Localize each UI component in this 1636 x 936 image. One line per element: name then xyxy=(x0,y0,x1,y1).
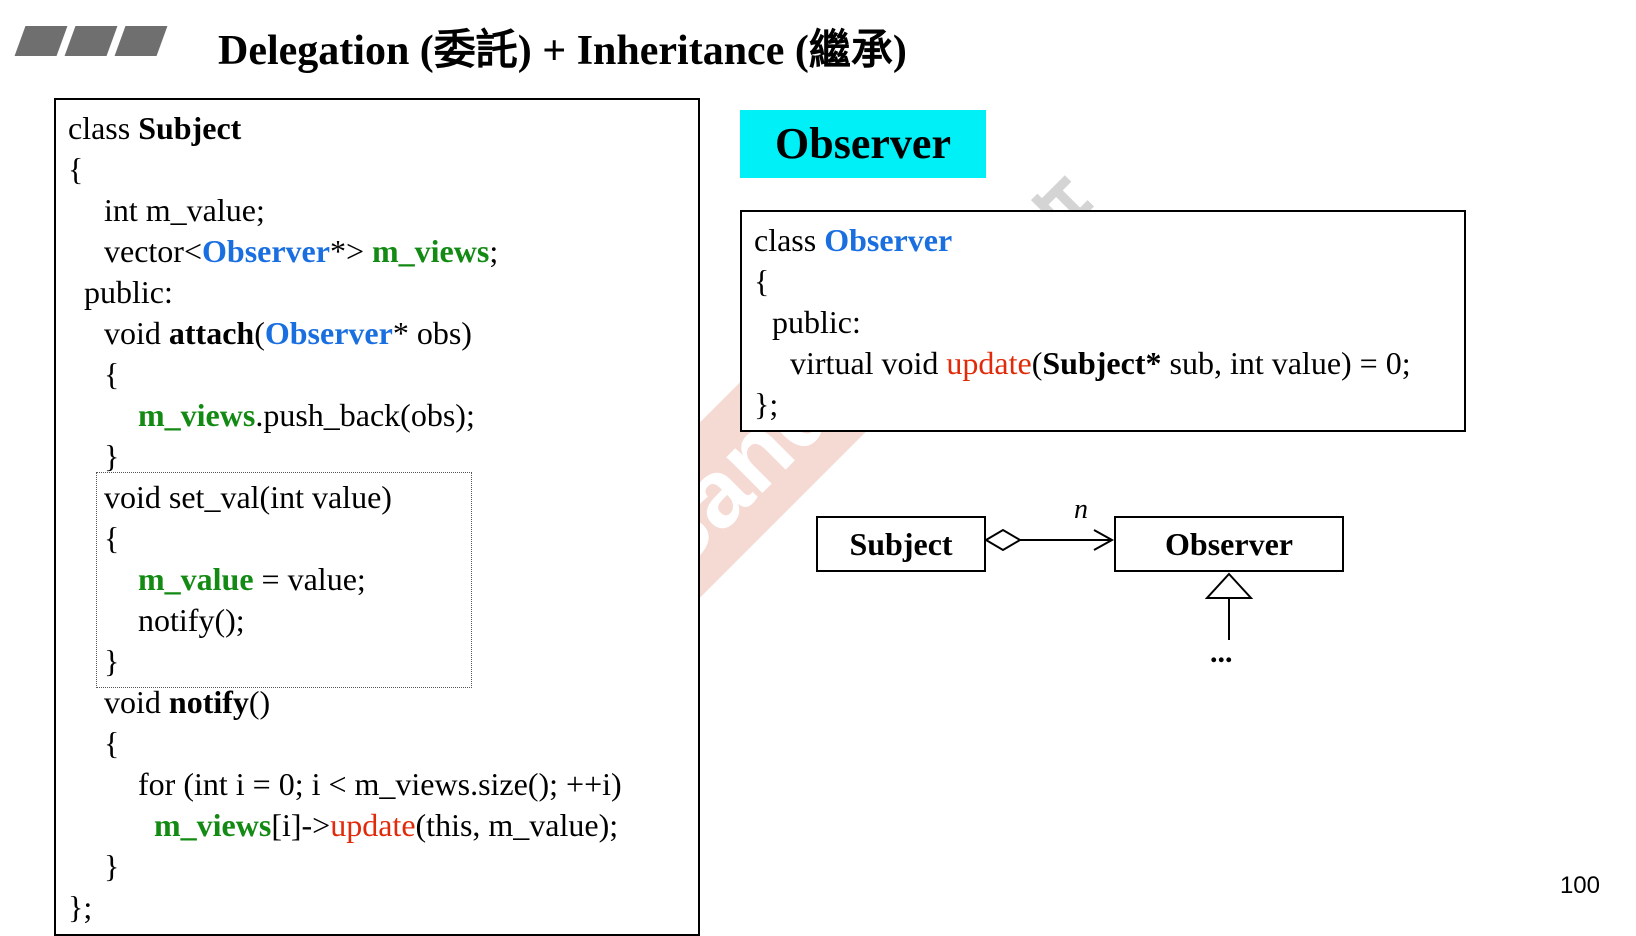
code-line: class Subject xyxy=(68,110,242,146)
code-line: }; xyxy=(754,386,779,422)
inheritance-triangle-icon xyxy=(1204,572,1254,599)
code-line: }; xyxy=(68,889,93,925)
code-line: { xyxy=(104,356,120,392)
code-line: { xyxy=(104,725,120,761)
uml-multiplicity: n xyxy=(1074,494,1088,525)
aggregation-diamond-icon xyxy=(984,528,1022,552)
code-line: { xyxy=(104,520,120,556)
page-number: 100 xyxy=(1559,872,1600,899)
code-line: class Observer xyxy=(754,222,953,258)
arrowhead-icon xyxy=(1093,529,1115,551)
uml-subclass-ellipsis: ... xyxy=(1210,636,1233,669)
code-line: m_views.push_back(obs); xyxy=(138,397,475,433)
code-line: } xyxy=(104,848,120,884)
code-line: vector<Observer*> m_views; xyxy=(104,233,499,269)
code-line: int m_value; xyxy=(104,192,265,228)
title-marker-3 xyxy=(114,26,168,56)
uml-observer-class: Observer xyxy=(1114,516,1344,572)
code-line: for (int i = 0; i < m_views.size(); ++i) xyxy=(138,766,622,802)
uml-subject-class: Subject xyxy=(816,516,986,572)
code-line: public: xyxy=(84,274,173,310)
code-line: { xyxy=(754,263,770,299)
code-line: m_value = value; xyxy=(138,561,366,597)
title-marker-2 xyxy=(64,26,118,56)
title-marker-1 xyxy=(14,26,68,56)
code-line: notify(); xyxy=(138,602,245,638)
code-line: } xyxy=(104,438,120,474)
code-line: } xyxy=(104,643,120,679)
code-line: void set_val(int value) xyxy=(104,479,392,515)
code-line: m_views[i]->update(this, m_value); xyxy=(154,807,619,843)
code-line: virtual void update(Subject* sub, int va… xyxy=(790,345,1411,381)
code-line: { xyxy=(68,151,84,187)
code-line: void notify() xyxy=(104,684,271,720)
observer-banner: Observer xyxy=(740,110,986,178)
slide-title: Delegation (委託) + Inheritance (繼承) xyxy=(218,28,907,74)
code-line: void attach(Observer* obs) xyxy=(104,315,472,351)
code-line: public: xyxy=(772,304,861,340)
